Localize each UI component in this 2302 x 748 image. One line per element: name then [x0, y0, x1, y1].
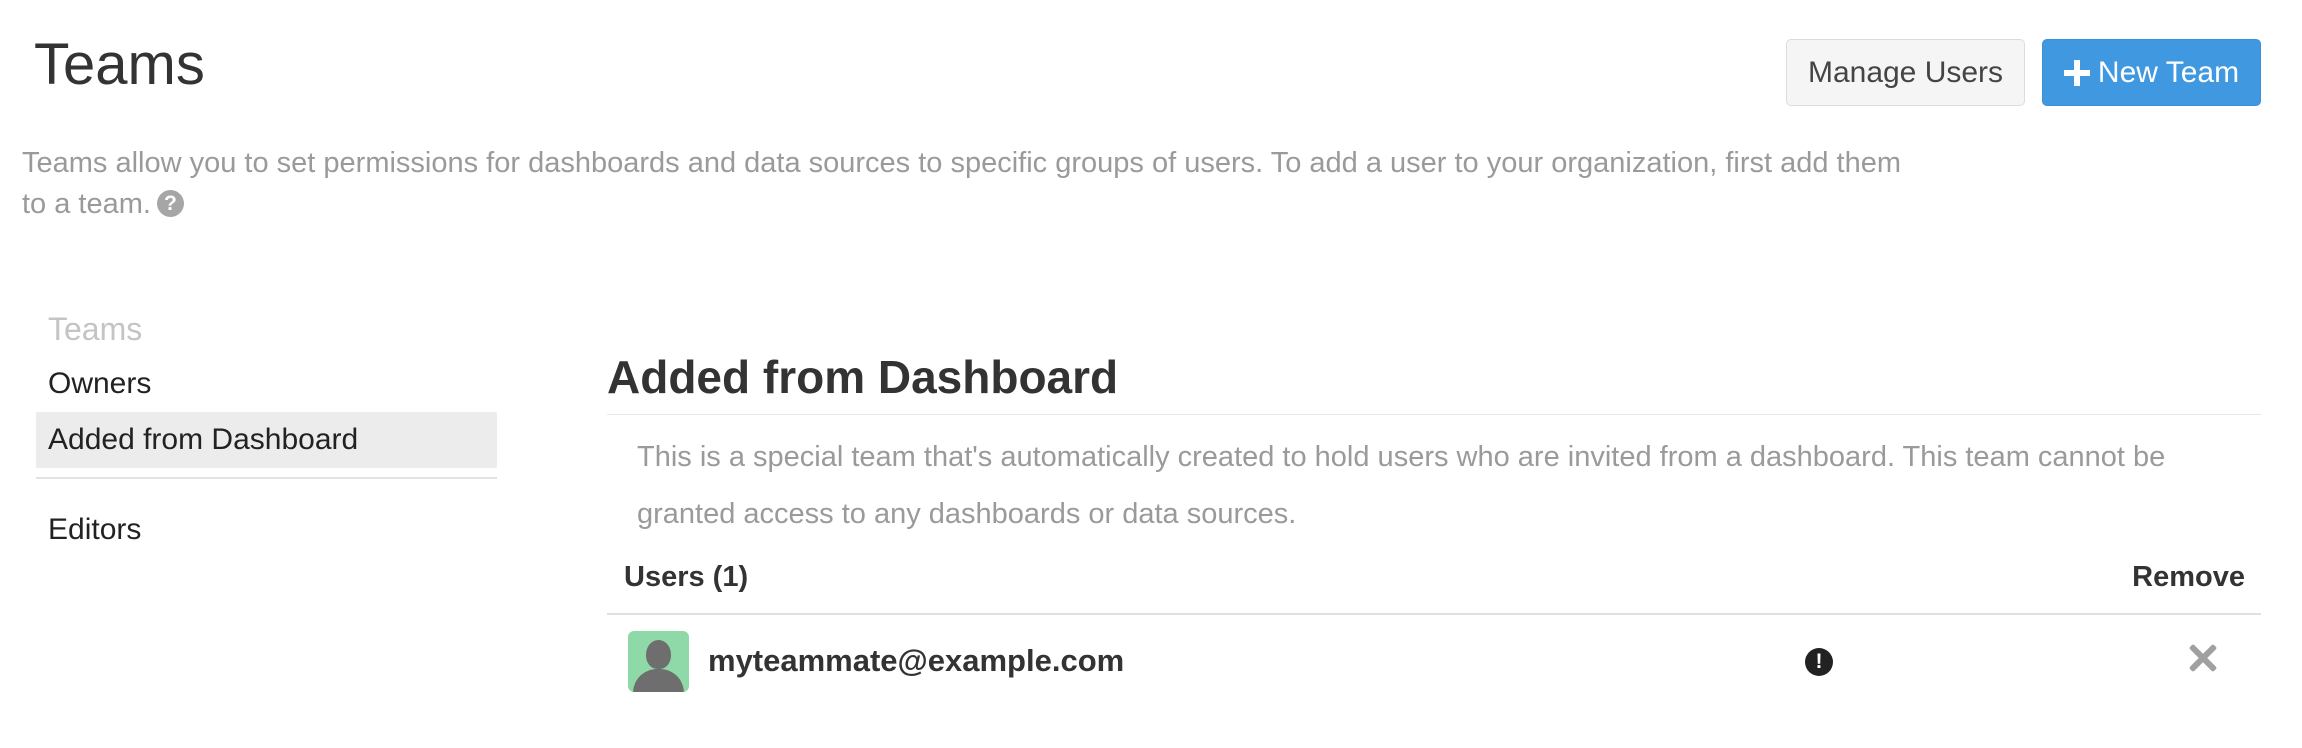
users-table-header: Users (1) Remove [607, 551, 2261, 615]
team-title: Added from Dashboard [607, 346, 2261, 415]
plus-icon [2063, 59, 2090, 86]
intro-text: Teams allow you to set permissions for d… [22, 143, 1902, 225]
user-email: myteammate@example.com [708, 643, 1125, 678]
question-circle-icon[interactable]: ? [156, 189, 184, 217]
team-description: This is a special team that's automatica… [637, 441, 2166, 530]
table-row: myteammate@example.com ! [607, 615, 2261, 707]
sidebar-item-added-from-dashboard[interactable]: Added from Dashboard [36, 412, 497, 468]
new-team-button[interactable]: New Team [2042, 39, 2261, 106]
sidebar-heading: Teams [48, 311, 143, 347]
header-actions: Manage Users New Team [1786, 39, 2261, 106]
intro-text-content: Teams allow you to set permissions for d… [22, 147, 1902, 220]
remove-column-header: Remove [2132, 561, 2245, 593]
avatar-shoulders [633, 668, 684, 692]
users-column-header: Users (1) [624, 561, 749, 593]
manage-users-button[interactable]: Manage Users [1786, 39, 2025, 106]
manage-users-label: Manage Users [1807, 55, 2004, 89]
teams-page: Teams Manage Users New Team Teams allow … [0, 0, 2302, 748]
sidebar-divider [36, 477, 497, 479]
avatar [628, 630, 689, 692]
new-team-label: New Team [2097, 55, 2240, 89]
exclamation-circle-icon[interactable]: ! [1805, 648, 1833, 676]
sidebar-item-label: Owners [48, 367, 152, 400]
sidebar-item-editors[interactable]: Editors [36, 502, 497, 558]
page-title: Teams [34, 32, 205, 97]
sidebar-item-label: Added from Dashboard [48, 423, 359, 456]
teams-sidebar: Teams Owners Added from Dashboard Editor… [36, 302, 497, 558]
close-icon[interactable] [2188, 643, 2218, 673]
sidebar-item-label: Editors [48, 513, 142, 546]
user-silhouette-icon [646, 639, 671, 669]
sidebar-item-owners[interactable]: Owners [36, 356, 497, 412]
team-detail: Added from Dashboard This is a special t… [607, 346, 2261, 707]
